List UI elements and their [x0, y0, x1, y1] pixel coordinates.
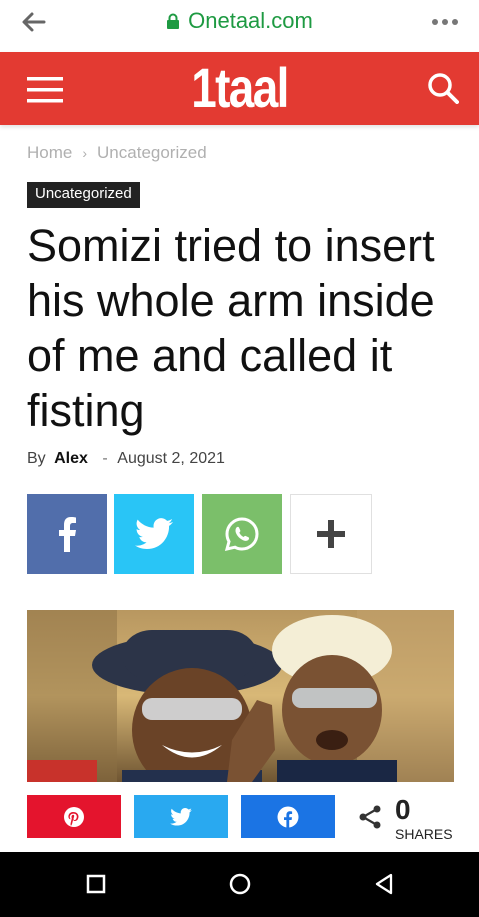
site-header: 1taal: [0, 52, 479, 125]
breadcrumb-separator: ›: [82, 145, 88, 161]
twitter-sticky-button[interactable]: [134, 795, 228, 838]
facebook-icon: [277, 806, 299, 828]
share-count-label: SHARES: [395, 826, 453, 842]
whatsapp-share-button[interactable]: [202, 494, 282, 574]
author-link[interactable]: Alex: [54, 450, 88, 467]
plus-icon: [317, 520, 345, 548]
url-text: Onetaal.com: [188, 8, 313, 33]
whatsapp-icon: [224, 517, 259, 552]
breadcrumb-home[interactable]: Home: [27, 143, 72, 162]
facebook-share-button[interactable]: [27, 494, 107, 574]
share-icon[interactable]: [357, 804, 383, 830]
recents-icon[interactable]: [86, 874, 106, 894]
article-title: Somizi tried to insert his whole arm ins…: [27, 220, 435, 436]
home-icon[interactable]: [229, 873, 251, 895]
photo-illustration: [27, 610, 454, 782]
share-count: 0 SHARES: [357, 794, 467, 842]
article-meta: By Alex - August 2, 2021: [27, 450, 225, 468]
back-icon[interactable]: [374, 873, 394, 895]
byline-prefix: By: [27, 450, 46, 467]
article-hero-image: [27, 610, 454, 782]
system-navigation-bar: [0, 852, 479, 917]
more-share-button[interactable]: [290, 494, 372, 574]
browser-toolbar: Onetaal.com: [0, 0, 479, 45]
twitter-share-button[interactable]: [114, 494, 194, 574]
pinterest-share-button[interactable]: [27, 795, 121, 838]
site-logo[interactable]: 1taal: [43, 58, 436, 118]
facebook-icon: [59, 517, 76, 552]
address-bar[interactable]: Onetaal.com: [0, 8, 479, 34]
search-icon[interactable]: [427, 72, 459, 104]
lock-icon: [167, 13, 180, 29]
share-count-number: 0: [395, 794, 411, 825]
twitter-icon: [170, 807, 192, 826]
more-options-icon[interactable]: [431, 18, 459, 26]
publish-date: August 2, 2021: [117, 450, 225, 467]
breadcrumb-current[interactable]: Uncategorized: [97, 143, 207, 162]
category-tag[interactable]: Uncategorized: [27, 182, 140, 208]
meta-separator: -: [102, 450, 108, 467]
sticky-share-bar: 0 SHARES: [0, 782, 479, 852]
twitter-icon: [135, 518, 173, 550]
facebook-sticky-button[interactable]: [241, 795, 335, 838]
breadcrumb: Home › Uncategorized: [27, 143, 207, 163]
pinterest-icon: [64, 806, 84, 827]
